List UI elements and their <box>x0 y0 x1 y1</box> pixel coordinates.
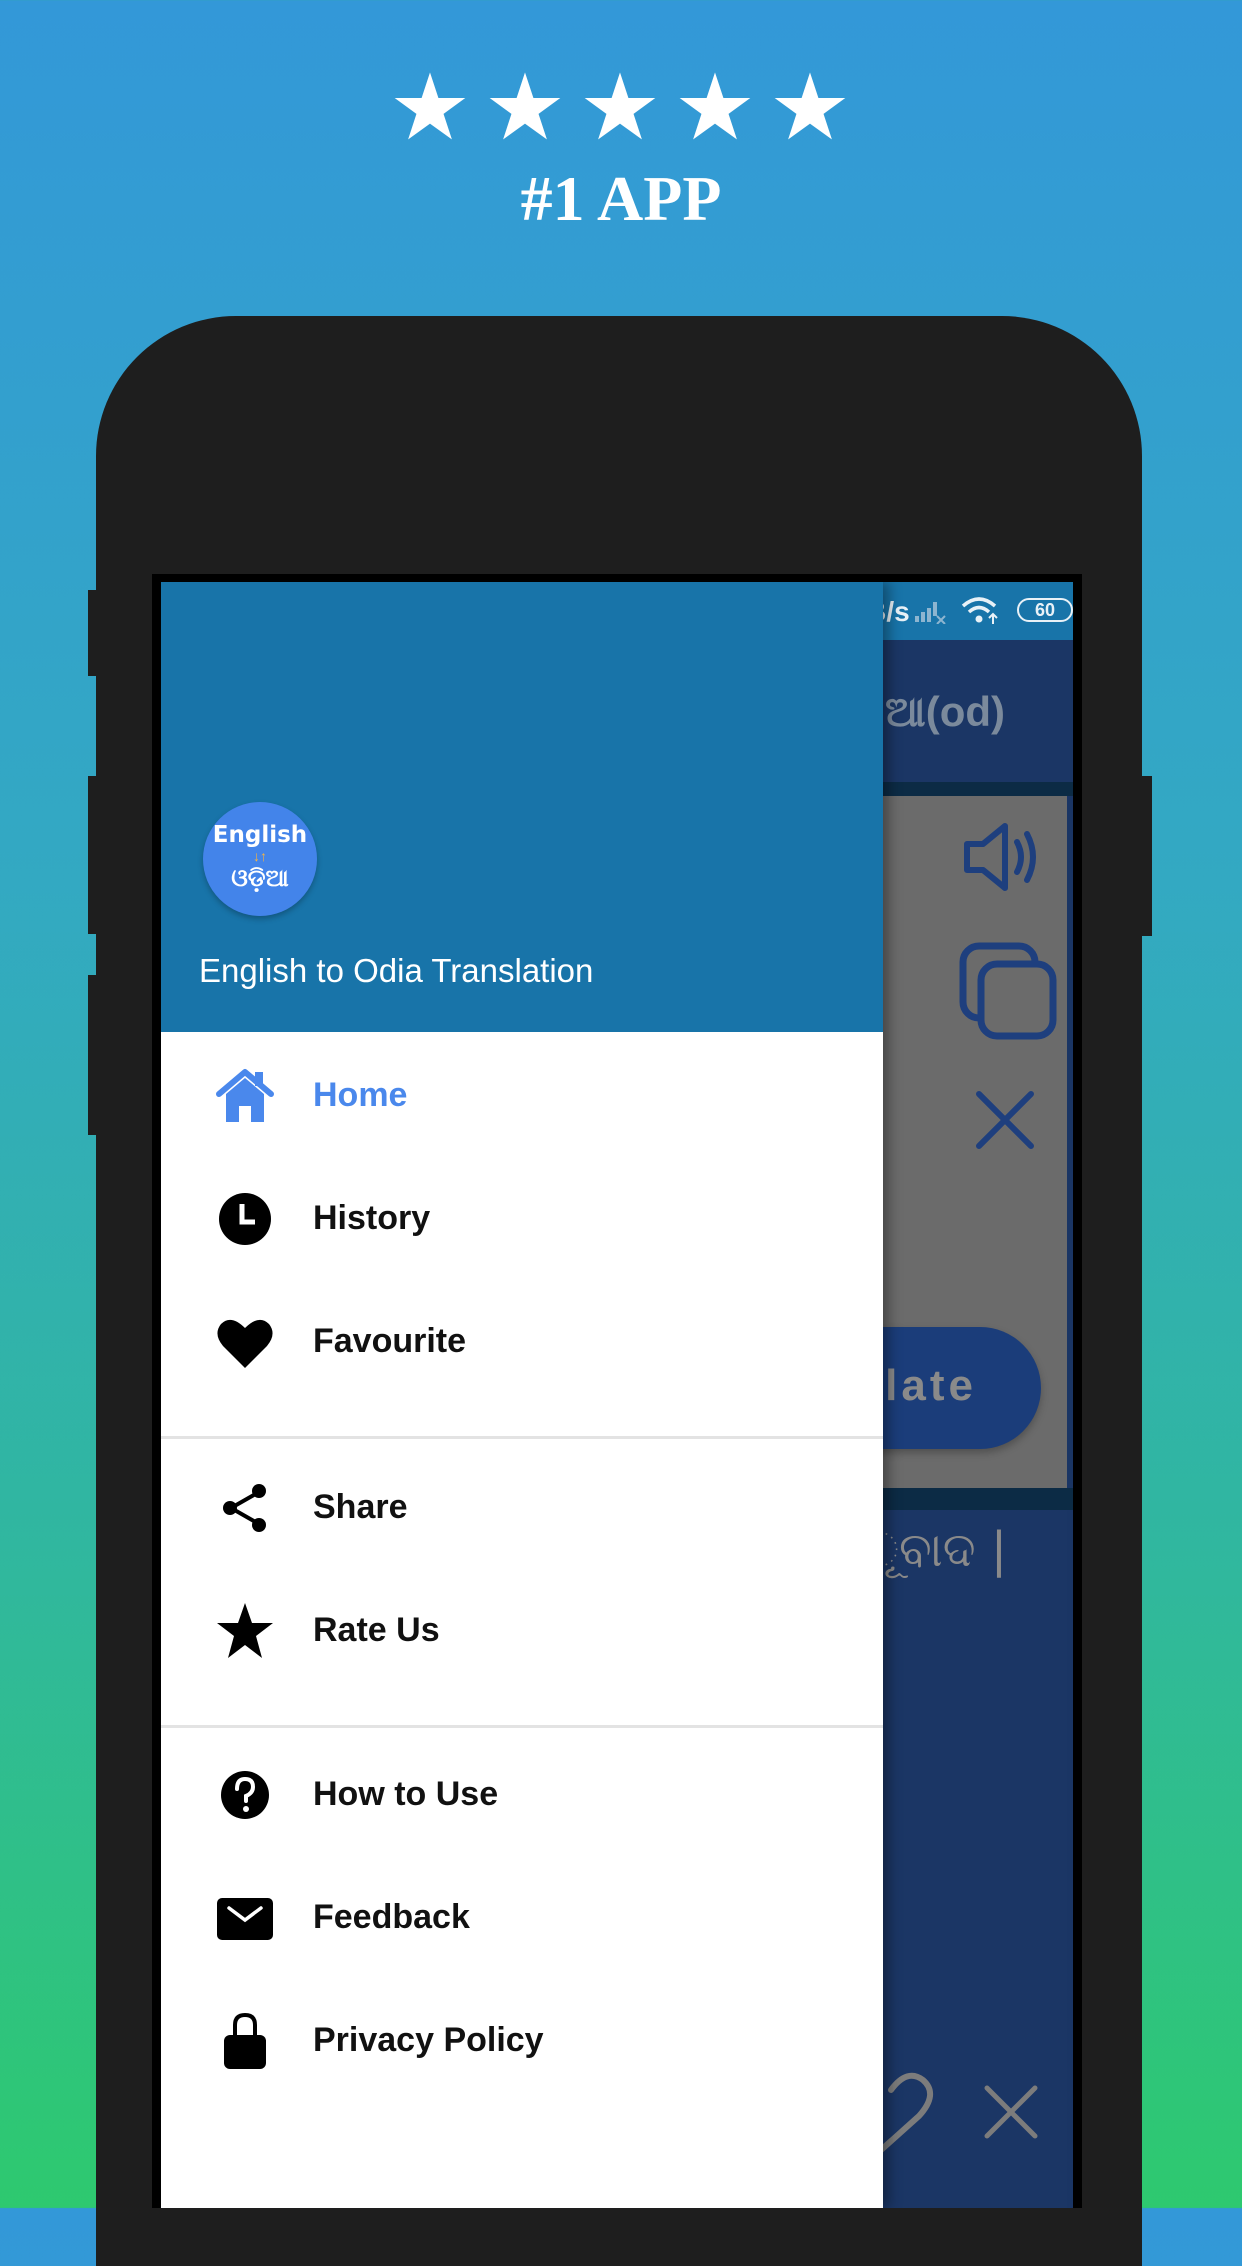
wifi-icon <box>961 597 998 624</box>
menu-item-how-to-use[interactable]: How to Use <box>161 1733 883 1857</box>
logo-english-text: English <box>212 822 308 848</box>
mail-icon <box>217 1898 273 1940</box>
menu-label-how-to-use: How to Use <box>313 1775 499 1813</box>
menu-item-rate-us[interactable]: Rate Us <box>161 1569 883 1693</box>
help-icon <box>221 1771 269 1819</box>
star-icon: ★ <box>578 54 664 161</box>
menu-item-feedback[interactable]: Feedback <box>161 1856 883 1980</box>
star-icon: ★ <box>388 54 474 161</box>
menu-item-share[interactable]: Share <box>161 1446 883 1570</box>
menu-label-home: Home <box>313 1076 408 1114</box>
share-icon <box>223 1484 266 1532</box>
star-icon: ★ <box>673 54 759 161</box>
clock-icon <box>219 1193 271 1245</box>
heart-icon <box>217 1319 273 1368</box>
navigation-drawer: English ↓↑ ଓଡ଼ିଆ English to Odia Transla… <box>161 582 883 2208</box>
rating-stars: ★ ★ ★ ★ ★ <box>0 62 1242 154</box>
menu-label-privacy-policy: Privacy Policy <box>313 2021 544 2059</box>
promo-title: #1 APP <box>520 163 722 234</box>
menu-label-history: History <box>313 1199 431 1237</box>
lock-icon <box>224 2012 266 2069</box>
star-icon: ★ <box>768 54 854 161</box>
menu-label-favourite: Favourite <box>313 1322 467 1360</box>
copy-icon[interactable] <box>959 942 1059 1042</box>
swap-arrows-icon: ↓↑ <box>253 848 267 864</box>
star-icon <box>217 1603 273 1658</box>
menu-label-rate-us: Rate Us <box>313 1611 440 1649</box>
battery-indicator: 60 <box>1017 598 1073 622</box>
target-language-selector[interactable]: ଆ(od) <box>885 688 1005 737</box>
menu-label-feedback: Feedback <box>313 1898 470 1936</box>
star-icon: ★ <box>483 54 569 161</box>
home-icon <box>216 1069 274 1122</box>
menu-item-favourite[interactable]: Favourite <box>161 1280 883 1404</box>
logo-odia-text: ଓଡ଼ିଆ <box>231 864 289 892</box>
close-icon[interactable] <box>983 2084 1039 2140</box>
menu-divider <box>161 1725 883 1728</box>
clear-icon[interactable] <box>975 1090 1035 1150</box>
phone-screen: ଆ(od) slate ୂବାଦ | 12:34 AM 0.1KB/s <box>161 582 1073 2208</box>
menu-item-privacy-policy[interactable]: Privacy Policy <box>161 1979 883 2103</box>
drawer-header: English ↓↑ ଓଡ଼ିଆ English to Odia Transla… <box>161 582 883 1032</box>
menu-item-home[interactable]: Home <box>161 1034 883 1158</box>
menu-item-history[interactable]: History <box>161 1157 883 1281</box>
drawer-app-title: English to Odia Translation <box>199 952 594 989</box>
menu-label-share: Share <box>313 1488 408 1526</box>
speaker-icon[interactable] <box>961 822 1041 892</box>
signal-icon <box>915 602 946 624</box>
menu-divider <box>161 1436 883 1439</box>
app-logo: English ↓↑ ଓଡ଼ିଆ <box>203 802 317 916</box>
